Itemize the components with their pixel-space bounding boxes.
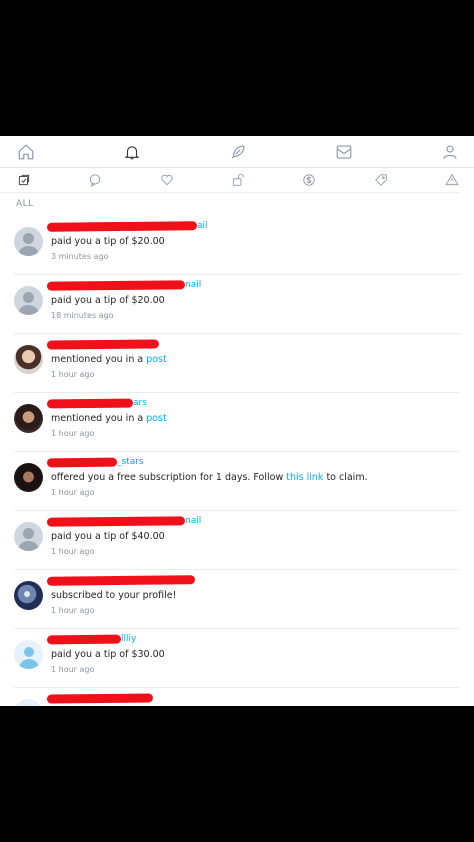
- redaction-mark: [46, 398, 134, 409]
- notification-time: 1 hour ago: [51, 429, 95, 438]
- avatar[interactable]: [14, 463, 43, 492]
- claim-link[interactable]: this link: [286, 472, 323, 483]
- user-handle[interactable]: nail: [185, 280, 201, 290]
- redaction-mark: [46, 339, 160, 350]
- user-name-redacted[interactable]: ars: [46, 397, 460, 411]
- dollar-icon[interactable]: [334, 142, 354, 162]
- list-item[interactable]: mentioned you in a post 1 hour ago: [14, 334, 460, 393]
- redaction-mark: [46, 221, 198, 232]
- list-item[interactable]: ail paid you a tip of $20.00 3 minutes a…: [14, 216, 460, 275]
- message-text: mentioned you in a: [51, 354, 147, 365]
- redaction-mark: [46, 457, 118, 468]
- list-item[interactable]: _stars offered you a free subscription f…: [14, 452, 460, 511]
- redaction-mark: [46, 634, 122, 645]
- list-item[interactable]: nail paid you a tip of $40.00 1 hour ago: [14, 511, 460, 570]
- message-text: mentioned you in a: [51, 413, 147, 424]
- promo-tag-icon[interactable]: [373, 172, 389, 188]
- avatar[interactable]: [14, 581, 43, 610]
- avatar[interactable]: [14, 522, 43, 551]
- user-name-redacted[interactable]: _stars: [46, 456, 460, 470]
- avatar[interactable]: [14, 286, 43, 315]
- post-link[interactable]: post: [146, 354, 167, 365]
- notification-filters: [0, 168, 474, 192]
- redaction-mark: [46, 280, 186, 291]
- notification-message: paid you a tip of $20.00: [51, 236, 165, 247]
- post-link[interactable]: post: [146, 413, 167, 424]
- user-name-redacted[interactable]: nail: [46, 279, 460, 293]
- user-icon[interactable]: [440, 142, 460, 162]
- avatar[interactable]: [14, 404, 43, 433]
- user-name-redacted[interactable]: llliy: [46, 633, 460, 647]
- heart-icon[interactable]: [159, 172, 175, 188]
- avatar[interactable]: [14, 345, 43, 374]
- redaction-mark: [46, 575, 196, 586]
- notification-time: 18 minutes ago: [51, 311, 114, 320]
- unlock-icon[interactable]: [230, 172, 246, 188]
- tip-dollar-icon[interactable]: [301, 172, 317, 188]
- all-check-icon[interactable]: [16, 172, 32, 188]
- avatar[interactable]: [14, 227, 43, 256]
- notification-time: 1 hour ago: [51, 370, 95, 379]
- user-name-redacted[interactable]: [46, 338, 460, 352]
- warning-icon[interactable]: [444, 172, 460, 188]
- notification-message: offered you a free subscription for 1 da…: [51, 471, 460, 485]
- list-item[interactable]: llliy paid you a tip of $30.00 1 hour ag…: [14, 629, 460, 688]
- notification-time: 1 hour ago: [51, 547, 95, 556]
- comment-icon[interactable]: [87, 172, 103, 188]
- user-handle[interactable]: ail: [197, 221, 208, 231]
- notification-message: paid you a tip of $30.00: [51, 649, 165, 660]
- notification-time: 1 hour ago: [51, 665, 95, 674]
- notification-message: mentioned you in a post: [51, 412, 460, 426]
- avatar[interactable]: [14, 699, 43, 706]
- message-text-end: to claim.: [323, 472, 368, 483]
- redaction-mark: [46, 516, 186, 527]
- user-handle[interactable]: llliy: [121, 634, 136, 644]
- list-item[interactable]: subscribed to your profile! 1 hour ago: [14, 570, 460, 629]
- notification-message: subscribed to your profile!: [51, 590, 177, 601]
- notification-message: paid you a tip of $20.00: [51, 295, 165, 306]
- list-item[interactable]: ars mentioned you in a post 1 hour ago: [14, 393, 460, 452]
- bell-icon[interactable]: [122, 142, 142, 162]
- list-item[interactable]: nail paid you a tip of $20.00 18 minutes…: [14, 275, 460, 334]
- notification-message: paid you a tip of $40.00: [51, 531, 165, 542]
- notification-message: mentioned you in a post: [51, 353, 460, 367]
- top-navigation: [0, 136, 474, 168]
- filter-label-all[interactable]: ALL: [0, 192, 460, 216]
- redaction-mark: [46, 693, 154, 704]
- user-handle[interactable]: _stars: [117, 457, 144, 467]
- list-item[interactable]: [14, 688, 460, 706]
- home-icon[interactable]: [16, 142, 36, 162]
- user-handle[interactable]: nail: [185, 516, 201, 526]
- notification-time: 3 minutes ago: [51, 252, 109, 261]
- user-name-redacted[interactable]: [46, 574, 460, 588]
- user-name-redacted[interactable]: nail: [46, 515, 460, 529]
- message-text: offered you a free subscription for 1 da…: [51, 472, 287, 483]
- user-name-redacted[interactable]: ail: [46, 220, 460, 234]
- notification-time: 1 hour ago: [51, 606, 95, 615]
- avatar[interactable]: [14, 640, 43, 669]
- user-name-redacted[interactable]: [46, 692, 460, 706]
- notification-time: 1 hour ago: [51, 488, 95, 497]
- notifications-screen: ALL ail paid you a tip of $20.00 3 minut…: [0, 136, 474, 706]
- feather-icon[interactable]: [228, 142, 248, 162]
- notification-list: ail paid you a tip of $20.00 3 minutes a…: [0, 216, 474, 706]
- user-handle[interactable]: ars: [133, 398, 147, 408]
